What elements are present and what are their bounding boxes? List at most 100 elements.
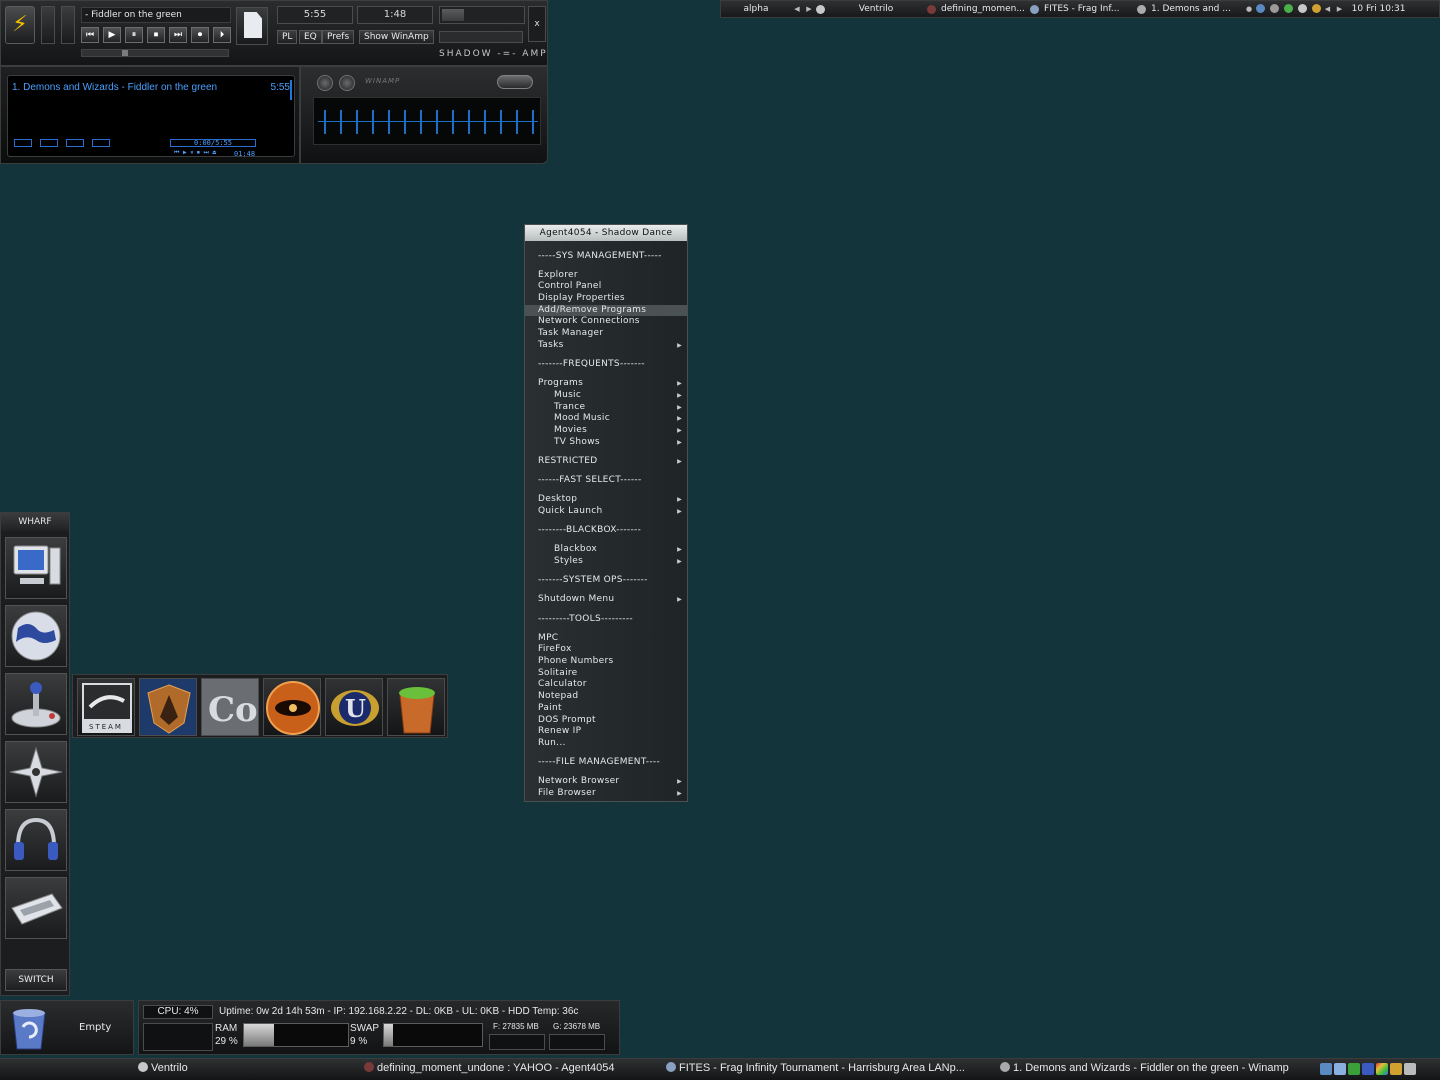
menu-item-shutdown-menu[interactable]: Shutdown Menu ▶ — [525, 594, 687, 606]
pause-button[interactable]: ⏸ — [125, 27, 143, 43]
menu-item-restricted[interactable]: RESTRICTED ▶ — [525, 456, 687, 468]
eq-presets-button[interactable] — [497, 75, 533, 89]
eq-band-slider[interactable] — [500, 110, 502, 134]
wharf-tile-internet[interactable] — [5, 605, 67, 667]
prefs-button[interactable]: Prefs — [322, 30, 355, 44]
previous-button[interactable]: ⏮ — [81, 27, 99, 43]
menu-item-dos-prompt[interactable]: DOS Prompt — [525, 715, 687, 727]
balance-slider[interactable] — [439, 31, 523, 43]
menu-item-solitaire[interactable]: Solitaire — [525, 668, 687, 680]
settings-icon[interactable] — [1404, 1063, 1416, 1075]
display-icon[interactable] — [1334, 1063, 1346, 1075]
playlist-misc-button[interactable] — [92, 139, 110, 147]
next-button[interactable]: ⏭ — [169, 27, 187, 43]
game-unreal[interactable]: U — [325, 678, 383, 736]
close-button[interactable]: x — [528, 6, 546, 42]
menu-item-programs[interactable]: Programs ▶ — [525, 378, 687, 390]
topbar-task-ventrilo[interactable]: Ventrilo — [826, 4, 926, 14]
wharf-tile-games[interactable] — [5, 673, 67, 735]
game-steam[interactable]: STEAM — [77, 678, 135, 736]
record-button[interactable]: ⏺ — [191, 27, 209, 43]
game-nwn[interactable] — [263, 678, 321, 736]
eq-band-slider[interactable] — [452, 110, 454, 134]
volume-thumb[interactable] — [442, 9, 464, 21]
seek-bar[interactable] — [81, 49, 229, 57]
eq-band-slider[interactable] — [340, 110, 342, 134]
menu-item-renew-ip[interactable]: Renew IP — [525, 726, 687, 738]
winamp-vis-slider-2[interactable] — [61, 6, 75, 44]
menu-item-music[interactable]: Music ▶ — [525, 390, 687, 402]
menu-item-trance[interactable]: Trance ▶ — [525, 402, 687, 414]
eq-band-slider[interactable] — [532, 110, 534, 134]
game-bucket[interactable] — [387, 678, 445, 736]
messenger-icon[interactable] — [1390, 1063, 1402, 1075]
taskbar-item-yahoo[interactable]: defining_moment_undone : YAHOO - Agent40… — [364, 1062, 614, 1074]
stop-button[interactable]: ⏹ — [147, 27, 165, 43]
topbar-task-fites[interactable]: FITES - Frag Inf... — [1040, 4, 1136, 14]
menu-item-tv-shows[interactable]: TV Shows ▶ — [525, 437, 687, 449]
network-icon[interactable] — [1256, 4, 1265, 13]
menu-item-file-browser[interactable]: File Browser ▶ — [525, 788, 687, 800]
wharf-switch-button[interactable]: SWITCH — [5, 969, 67, 991]
menu-item-mpc[interactable]: MPC — [525, 633, 687, 645]
show-winamp-button[interactable]: Show WinAmp — [359, 30, 434, 44]
menu-item-firefox[interactable]: FireFox — [525, 644, 687, 656]
menu-item-movies[interactable]: Movies ▶ — [525, 425, 687, 437]
eq-band-slider[interactable] — [324, 110, 326, 134]
topbar-task-winamp[interactable]: 1. Demons and ... — [1147, 4, 1243, 14]
eq-button[interactable]: EQ — [299, 30, 322, 44]
open-button[interactable]: ⏵ — [213, 27, 231, 43]
network-icon[interactable] — [1320, 1063, 1332, 1075]
eq-band-slider[interactable] — [404, 110, 406, 134]
playlist-item[interactable]: 1. Demons and Wizards - Fiddler on the g… — [12, 82, 290, 93]
volume-slider[interactable] — [439, 6, 525, 24]
settings-icon[interactable] — [1269, 4, 1279, 13]
menu-item-network-connections[interactable]: Network Connections — [525, 316, 687, 328]
menu-item-task-manager[interactable]: Task Manager — [525, 328, 687, 340]
recycle-bin[interactable]: Empty — [0, 1000, 134, 1055]
menu-item-desktop[interactable]: Desktop ▶ — [525, 494, 687, 506]
menu-item-phone-numbers[interactable]: Phone Numbers — [525, 656, 687, 668]
windows-icon[interactable] — [1376, 1063, 1388, 1075]
seek-thumb[interactable] — [122, 50, 128, 56]
playlist-doc-button[interactable] — [236, 7, 268, 45]
menu-item-control-panel[interactable]: Control Panel — [525, 281, 687, 293]
menu-item-notepad[interactable]: Notepad — [525, 691, 687, 703]
eq-band-slider[interactable] — [436, 110, 438, 134]
playlist-select-button[interactable] — [66, 139, 84, 147]
playlist-mini-controls[interactable]: ⏮ ▶ ⏸ ⏹ ⏭ ⏏ — [174, 149, 216, 157]
clock-next-arrow-icon[interactable]: ▶ — [1334, 5, 1346, 13]
wharf-tile-computer[interactable] — [5, 537, 67, 599]
display-icon[interactable] — [1297, 4, 1307, 13]
workspace-label[interactable]: alpha — [721, 4, 791, 14]
play-button[interactable]: ▶ — [103, 27, 121, 43]
menu-item-paint[interactable]: Paint — [525, 703, 687, 715]
wharf-tile-audio[interactable] — [5, 809, 67, 871]
eq-band-slider[interactable] — [516, 110, 518, 134]
taskbar-item-fites[interactable]: FITES - Frag Infinity Tournament - Harri… — [666, 1062, 965, 1074]
update-icon[interactable] — [1348, 1063, 1360, 1075]
eq-band-slider[interactable] — [372, 110, 374, 134]
messenger-icon[interactable] — [1311, 4, 1321, 13]
workspace-prev-arrow-icon[interactable]: ◀ — [791, 5, 803, 13]
menu-item-styles[interactable]: Styles ▶ — [525, 556, 687, 568]
wharf-tile-keyboard[interactable] — [5, 877, 67, 939]
workspace-next-arrow-icon[interactable]: ▶ — [803, 5, 815, 13]
eq-band-slider[interactable] — [388, 110, 390, 134]
speaker-icon[interactable] — [1283, 4, 1293, 13]
taskbar-item-ventrilo[interactable]: Ventrilo — [138, 1062, 188, 1074]
taskbar-item-winamp[interactable]: 1. Demons and Wizards - Fiddler on the g… — [1000, 1062, 1289, 1074]
game-guild-wars[interactable] — [139, 678, 197, 736]
playlist-remove-button[interactable] — [40, 139, 58, 147]
eq-band-slider[interactable] — [420, 110, 422, 134]
eq-band-slider[interactable] — [468, 110, 470, 134]
pl-button[interactable]: PL — [277, 30, 298, 44]
wharf-tile-ninja[interactable] — [5, 741, 67, 803]
playlist-add-button[interactable] — [14, 139, 32, 147]
game-coh[interactable]: CoH — [201, 678, 259, 736]
speaker-icon[interactable] — [1362, 1063, 1374, 1075]
menu-item-quick-launch[interactable]: Quick Launch ▶ — [525, 506, 687, 518]
menu-item-explorer[interactable]: Explorer — [525, 270, 687, 282]
menu-item-tasks[interactable]: Tasks ▶ — [525, 340, 687, 352]
menu-item-network-browser[interactable]: Network Browser ▶ — [525, 776, 687, 788]
